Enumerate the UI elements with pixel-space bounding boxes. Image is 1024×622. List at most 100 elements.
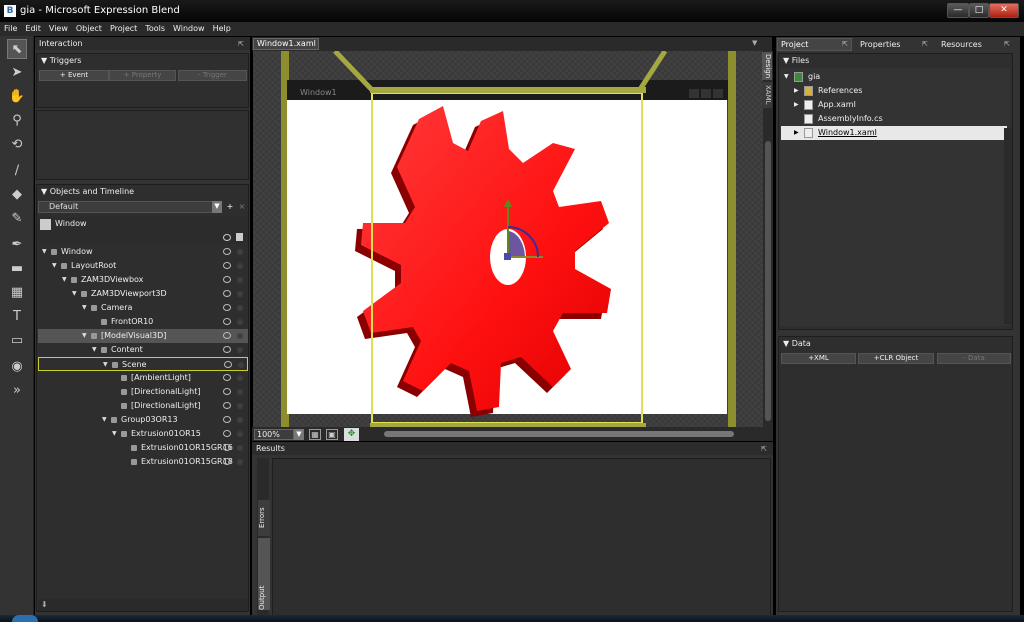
add-clr-object-button[interactable]: +CLR Object: [858, 353, 934, 364]
menu-window[interactable]: Window: [169, 22, 209, 36]
menu-help[interactable]: Help: [209, 22, 235, 36]
file-row[interactable]: ▶ References: [781, 84, 1007, 98]
expander-icon[interactable]: ▼: [102, 413, 107, 427]
lock-icon[interactable]: [237, 403, 243, 409]
lock-icon[interactable]: [237, 375, 243, 381]
minimize-button[interactable]: —: [947, 3, 969, 18]
tree-row[interactable]: Extrusion01OR15GR16: [38, 441, 248, 455]
tree-row[interactable]: [DirectionalLight]: [38, 399, 248, 413]
tree-row[interactable]: ▼ [ModelVisual3D]: [38, 329, 248, 343]
tree-row[interactable]: ▼ Scene: [38, 357, 248, 371]
close-timeline-button[interactable]: ×: [237, 201, 247, 213]
expander-icon[interactable]: ▶: [794, 84, 799, 98]
start-orb-icon[interactable]: [12, 615, 38, 622]
paint-bucket-tool-icon[interactable]: ◆: [7, 185, 27, 205]
direct-selection-tool-icon[interactable]: ➤: [7, 63, 27, 83]
grid-tool-icon[interactable]: ▦: [7, 283, 27, 303]
zoom-tool-icon[interactable]: ⚲: [7, 111, 27, 131]
file-row[interactable]: ▶ Window1.xaml: [781, 126, 1007, 140]
vertical-scroll-thumb[interactable]: [765, 141, 771, 421]
brush-transform-tool-icon[interactable]: ✎: [7, 209, 27, 229]
tab-menu-icon[interactable]: ▼: [752, 39, 757, 47]
menu-edit[interactable]: Edit: [21, 22, 45, 36]
remove-trigger-button[interactable]: - Trigger: [178, 70, 247, 81]
tab-xaml[interactable]: XAML: [762, 82, 772, 108]
eye-icon[interactable]: [223, 262, 231, 269]
tree-row[interactable]: ▼ Window: [38, 245, 248, 259]
tree-row[interactable]: ▼ Group03OR13: [38, 413, 248, 427]
tree-row[interactable]: ▼ LayoutRoot: [38, 259, 248, 273]
file-row[interactable]: ▼ gia: [781, 70, 1007, 84]
eye-icon[interactable]: [223, 346, 231, 353]
gear-face[interactable]: [361, 106, 611, 411]
expander-icon[interactable]: ▼: [82, 329, 87, 343]
tree-row[interactable]: ▼ ZAM3DViewport3D: [38, 287, 248, 301]
eye-icon[interactable]: [223, 388, 231, 395]
close-button[interactable]: ✕: [989, 3, 1019, 18]
tree-row[interactable]: Extrusion01OR15GR18: [38, 455, 248, 469]
eye-icon[interactable]: [223, 458, 231, 465]
tab-resources[interactable]: Resources: [941, 40, 982, 49]
dock-icon[interactable]: ⇱: [761, 445, 767, 453]
lock-icon[interactable]: [237, 459, 243, 465]
tab-properties[interactable]: Properties: [860, 40, 900, 49]
lock-icon[interactable]: [237, 277, 243, 283]
lock-icon[interactable]: [237, 333, 243, 339]
lock-icon[interactable]: [236, 233, 243, 241]
grid-toggle-icon[interactable]: ▦: [309, 429, 321, 440]
lock-icon[interactable]: [237, 291, 243, 297]
eye-icon[interactable]: [223, 234, 231, 241]
text-tool-icon[interactable]: T: [7, 307, 27, 327]
eye-icon[interactable]: [223, 402, 231, 409]
tree-row[interactable]: [DirectionalLight]: [38, 385, 248, 399]
dock-icon[interactable]: ⇱: [238, 40, 244, 48]
lock-icon[interactable]: [237, 319, 243, 325]
tab-project[interactable]: Project: [777, 38, 852, 51]
dock-icon[interactable]: ⇱: [922, 40, 928, 48]
tab-output[interactable]: Output: [258, 538, 270, 610]
file-row[interactable]: AssemblyInfo.cs: [781, 112, 1007, 126]
expander-icon[interactable]: ▶: [794, 126, 799, 140]
eye-icon[interactable]: [223, 374, 231, 381]
add-property-button[interactable]: + Property: [109, 70, 176, 81]
eye-icon[interactable]: [223, 430, 231, 437]
pen-tool-icon[interactable]: ✒: [7, 235, 27, 255]
menu-tools[interactable]: Tools: [141, 22, 169, 36]
eye-icon[interactable]: [223, 290, 231, 297]
tree-row[interactable]: ▼ Extrusion01OR15: [38, 427, 248, 441]
menu-file[interactable]: File: [0, 22, 21, 36]
3d-toggle-icon[interactable]: ✥: [344, 428, 359, 441]
lock-icon[interactable]: [238, 362, 244, 368]
chevron-down-icon[interactable]: ▼: [212, 201, 222, 213]
expander-icon[interactable]: ▶: [794, 98, 799, 112]
expander-icon[interactable]: ▼: [72, 287, 77, 301]
expander-icon[interactable]: ▼: [82, 301, 87, 315]
dock-icon[interactable]: ⇱: [1004, 40, 1010, 48]
rectangle-tool-icon[interactable]: ▬: [7, 259, 27, 279]
lock-icon[interactable]: [237, 389, 243, 395]
expander-icon[interactable]: ▼: [103, 358, 108, 372]
asset-library-icon[interactable]: ◉: [7, 357, 27, 377]
horizontal-scroll-thumb[interactable]: [384, 431, 734, 437]
menu-object[interactable]: Object: [72, 22, 106, 36]
files-scrollbar[interactable]: [1004, 128, 1012, 324]
selection-tool-icon[interactable]: ⬉: [7, 39, 27, 59]
timeline-select[interactable]: Default: [38, 201, 221, 213]
zoom-select[interactable]: 100%: [254, 429, 294, 440]
more-tools-icon[interactable]: »: [7, 381, 27, 401]
eye-icon[interactable]: [223, 444, 231, 451]
expander-icon[interactable]: ▼: [784, 70, 789, 84]
lock-icon[interactable]: [237, 249, 243, 255]
chevron-down-icon[interactable]: ▼: [294, 429, 304, 440]
eye-icon[interactable]: [223, 318, 231, 325]
file-row[interactable]: ▶ App.xaml: [781, 98, 1007, 112]
eye-icon[interactable]: [224, 361, 232, 368]
lock-icon[interactable]: [237, 305, 243, 311]
gizmo-center[interactable]: [504, 253, 511, 260]
tab-design[interactable]: Design: [762, 52, 772, 80]
lock-icon[interactable]: [237, 347, 243, 353]
tab-errors[interactable]: Errors: [258, 500, 270, 536]
expander-icon[interactable]: ▼: [42, 245, 47, 259]
snap-toggle-icon[interactable]: ▣: [326, 429, 338, 440]
eye-icon[interactable]: [223, 276, 231, 283]
